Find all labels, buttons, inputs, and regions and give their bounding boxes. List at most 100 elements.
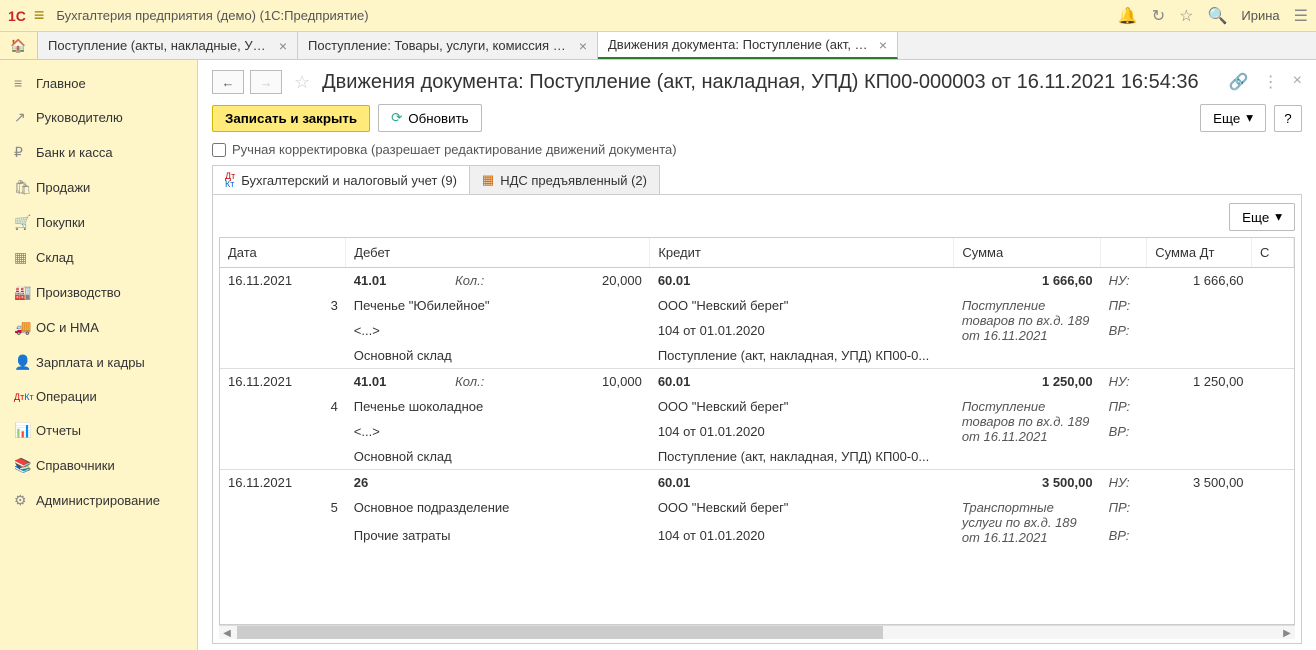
- dtdk-icon: ДтКт: [225, 172, 235, 188]
- table-row[interactable]: 5 Основное подразделение ООО "Невский бе…: [220, 495, 1294, 523]
- cell-num: 5: [220, 495, 346, 523]
- cell-sum: 1 666,60: [954, 268, 1101, 294]
- close-icon[interactable]: ×: [279, 38, 287, 54]
- sidebar-item-purchases[interactable]: 🛒Покупки: [0, 205, 197, 240]
- sidebar-item-main[interactable]: ≡Главное: [0, 66, 197, 100]
- sidebar-item-label: Производство: [36, 285, 121, 300]
- close-icon[interactable]: ×: [579, 38, 587, 54]
- save-close-button[interactable]: Записать и закрыть: [212, 105, 370, 132]
- cell-credit-sub1: ООО "Невский берег": [650, 394, 954, 419]
- sidebar-item-assets[interactable]: 🚚ОС и НМА: [0, 310, 197, 345]
- manual-correction-checkbox[interactable]: [212, 143, 226, 157]
- cell-blank: [1252, 343, 1294, 369]
- sidebar-item-production[interactable]: 🏭Производство: [0, 275, 197, 310]
- cell-blank: [1101, 343, 1147, 369]
- sidebar-item-operations[interactable]: ДтКтОперации: [0, 380, 197, 413]
- th-date[interactable]: Дата: [220, 238, 346, 268]
- tab-accounting[interactable]: ДтКт Бухгалтерский и налоговый учет (9): [212, 165, 470, 194]
- cell-blank: [220, 318, 346, 343]
- cell-debit-sub3: Основной склад: [346, 444, 650, 470]
- sidebar-item-label: Руководителю: [36, 110, 123, 125]
- sidebar-item-manager[interactable]: ↗Руководителю: [0, 100, 197, 135]
- table-row[interactable]: <...> 104 от 01.01.2020 ВР:: [220, 419, 1294, 444]
- more-button[interactable]: Еще ▾: [1200, 104, 1266, 132]
- cell-credit-sub1: ООО "Невский берег": [650, 293, 954, 318]
- home-tab[interactable]: 🏠: [0, 32, 38, 59]
- sidebar-item-sales[interactable]: 🛍Продажи: [0, 170, 197, 205]
- close-page-icon[interactable]: ×: [1293, 72, 1302, 92]
- th-blank[interactable]: [1101, 238, 1147, 268]
- favorite-icon[interactable]: ☆: [294, 72, 310, 93]
- sidebar-item-bank[interactable]: ₽Банк и касса: [0, 135, 197, 170]
- table-row[interactable]: 16.11.2021 41.01 Кол.: 20,000 60.01 1 66…: [220, 268, 1294, 294]
- sidebar-item-hr[interactable]: 👤Зарплата и кадры: [0, 345, 197, 380]
- cell-blank: [220, 343, 346, 369]
- cell-s: [1252, 470, 1294, 496]
- refresh-button[interactable]: ⟳Обновить: [378, 104, 482, 132]
- table-row[interactable]: Основной склад Поступление (акт, накладн…: [220, 444, 1294, 470]
- cell-debit-acc: 41.01: [346, 268, 447, 294]
- forward-button: →: [250, 70, 282, 94]
- table-row[interactable]: Основной склад Поступление (акт, накладн…: [220, 343, 1294, 369]
- table-container[interactable]: Дата Дебет Кредит Сумма Сумма Дт С 16.11…: [219, 237, 1295, 625]
- manual-correction-row: Ручная корректировка (разрешает редактир…: [212, 142, 1302, 157]
- sidebar-item-reports[interactable]: 📊Отчеты: [0, 413, 197, 448]
- cell-num: 4: [220, 394, 346, 419]
- grid-icon: ▦: [14, 249, 36, 266]
- star-icon[interactable]: ☆: [1179, 6, 1193, 26]
- sidebar-item-admin[interactable]: ⚙Администрирование: [0, 483, 197, 518]
- table-row[interactable]: 3 Печенье "Юбилейное" ООО "Невский берег…: [220, 293, 1294, 318]
- th-sumdt[interactable]: Сумма Дт: [1147, 238, 1252, 268]
- refresh-label: Обновить: [408, 111, 468, 126]
- toolbar: Записать и закрыть ⟳Обновить Еще ▾ ?: [212, 104, 1302, 132]
- cell-blank: [1252, 293, 1294, 318]
- sidebar-item-label: Банк и касса: [36, 145, 113, 160]
- table-more-button[interactable]: Еще ▾: [1229, 203, 1295, 231]
- link-icon[interactable]: 🔗: [1229, 72, 1249, 92]
- page-header: ← → ☆ Движения документа: Поступление (а…: [212, 70, 1302, 94]
- back-button[interactable]: ←: [212, 70, 244, 94]
- th-debit[interactable]: Дебет: [346, 238, 650, 268]
- table-row[interactable]: 4 Печенье шоколадное ООО "Невский берег"…: [220, 394, 1294, 419]
- th-sum[interactable]: Сумма: [954, 238, 1101, 268]
- tab-0[interactable]: Поступление (акты, накладные, УПД) ×: [38, 32, 298, 59]
- more-icon[interactable]: ⋮: [1263, 72, 1279, 92]
- history-icon[interactable]: ↻: [1152, 6, 1165, 26]
- bell-icon[interactable]: 🔔: [1118, 6, 1138, 26]
- th-credit[interactable]: Кредит: [650, 238, 954, 268]
- tab-vat[interactable]: ▦ НДС предъявленный (2): [469, 165, 660, 194]
- horizontal-scrollbar[interactable]: ◀ ▶: [219, 625, 1295, 639]
- inner-tabs: ДтКт Бухгалтерский и налоговый учет (9) …: [212, 165, 1302, 195]
- cell-qty-label: [447, 470, 548, 496]
- sidebar-item-warehouse[interactable]: ▦Склад: [0, 240, 197, 275]
- cell-blank: [1147, 318, 1252, 343]
- cell-l3: ВР:: [1101, 318, 1147, 343]
- cell-blank: [1252, 419, 1294, 444]
- close-icon[interactable]: ×: [879, 37, 887, 53]
- table-row[interactable]: 16.11.2021 26 60.01 3 500,00 НУ: 3 500,0…: [220, 470, 1294, 496]
- th-s[interactable]: С: [1252, 238, 1294, 268]
- sidebar-item-catalogs[interactable]: 📚Справочники: [0, 448, 197, 483]
- tab-label: Поступление (акты, накладные, УПД): [48, 38, 273, 53]
- hamburger-icon[interactable]: ≡: [34, 5, 45, 26]
- table-row[interactable]: Прочие затраты 104 от 01.01.2020 ВР:: [220, 523, 1294, 551]
- tab-2[interactable]: Движения документа: Поступление (акт, на…: [598, 32, 898, 59]
- cell-date: 16.11.2021: [220, 470, 346, 496]
- search-icon[interactable]: 🔍: [1207, 6, 1227, 26]
- cell-s: [1252, 268, 1294, 294]
- tab-1[interactable]: Поступление: Товары, услуги, комиссия КП…: [298, 32, 598, 59]
- table-row[interactable]: 16.11.2021 41.01 Кол.: 10,000 60.01 1 25…: [220, 369, 1294, 395]
- cell-sum: 1 250,00: [954, 369, 1101, 395]
- cell-blank: [1147, 343, 1252, 369]
- tab-label: Движения документа: Поступление (акт, на…: [608, 37, 873, 52]
- table-row[interactable]: <...> 104 от 01.01.2020 ВР:: [220, 318, 1294, 343]
- app-title: Бухгалтерия предприятия (демо) (1С:Предп…: [56, 8, 1117, 23]
- user-name[interactable]: Ирина: [1241, 8, 1279, 23]
- scroll-right-icon[interactable]: ▶: [1279, 626, 1295, 640]
- scroll-thumb[interactable]: [237, 626, 883, 639]
- cell-l2: ПР:: [1101, 495, 1147, 523]
- tab-label: Поступление: Товары, услуги, комиссия КП…: [308, 38, 573, 53]
- help-button[interactable]: ?: [1274, 105, 1302, 132]
- window-menu-icon[interactable]: ☰: [1294, 6, 1308, 26]
- scroll-left-icon[interactable]: ◀: [219, 626, 235, 640]
